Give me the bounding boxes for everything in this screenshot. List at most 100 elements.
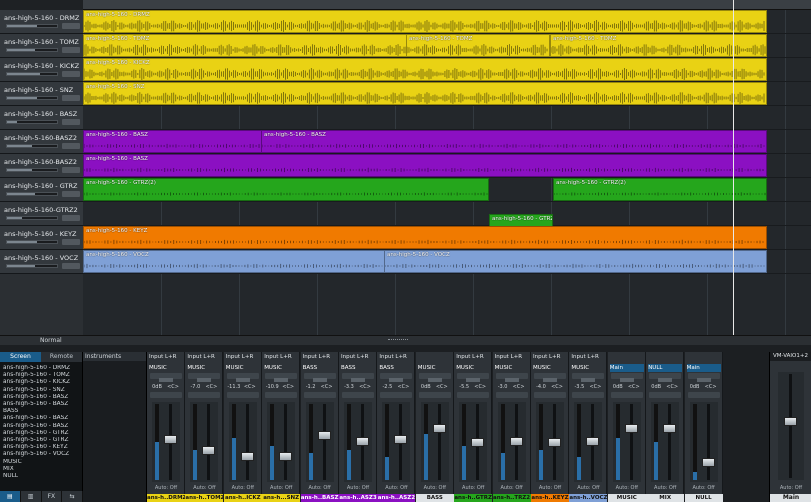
fader-handle[interactable] xyxy=(586,436,600,446)
channel-list-item[interactable]: ans-high-5-160 - TOMZ xyxy=(3,372,79,379)
pan-control[interactable] xyxy=(159,378,173,382)
pan-control[interactable] xyxy=(389,378,404,382)
output-selector[interactable]: BASS xyxy=(379,364,413,372)
pan-control[interactable] xyxy=(427,378,442,382)
channel-list-item[interactable]: ans-high-5-160 - BASZ xyxy=(3,394,79,401)
track-name[interactable]: ans-high-5-160 - KICKZ xyxy=(4,62,82,70)
channel-list-item[interactable]: NULL xyxy=(3,473,79,480)
master-automation[interactable]: Auto: Off xyxy=(772,485,810,491)
send-slot[interactable] xyxy=(649,392,682,398)
output-selector[interactable]: BASS xyxy=(303,364,337,372)
track-volume-meter[interactable] xyxy=(6,216,58,220)
track-name[interactable]: ans-high-5-160 - SNZ xyxy=(4,86,82,94)
pan-control[interactable] xyxy=(466,378,481,382)
output-selector[interactable]: MUSIC xyxy=(264,364,298,372)
channel-list-item[interactable]: ans-high-5-160 - GTRZ xyxy=(3,430,79,437)
automation-mode[interactable]: Auto: Off xyxy=(303,485,337,491)
send-slot[interactable] xyxy=(457,392,490,398)
automation-mode[interactable]: Auto: Off xyxy=(226,485,260,491)
send-slot[interactable] xyxy=(303,392,336,398)
automation-mode[interactable]: Auto: Off xyxy=(418,485,452,491)
audio-clip[interactable]: ans-high-5-160 - BASZ xyxy=(83,130,263,153)
output-selector[interactable]: MUSIC xyxy=(187,364,221,372)
fader-handle[interactable] xyxy=(471,438,485,447)
channel-name[interactable]: ans-h..ASZ3 xyxy=(339,494,377,502)
track-volume-handle[interactable] xyxy=(62,95,80,101)
panel-resize-grip[interactable] xyxy=(388,339,408,342)
fader-handle[interactable] xyxy=(432,424,446,434)
channel-list-item[interactable]: ans-high-5-160 - BASZ xyxy=(3,423,79,430)
automation-mode[interactable]: Auto: Off xyxy=(495,485,529,491)
channel-name[interactable]: NULL xyxy=(684,494,723,502)
track-volume-handle[interactable] xyxy=(62,71,80,77)
track-header[interactable]: ans-high-5-160-BASZ2 xyxy=(0,154,83,178)
track-header[interactable]: ans-high-5-160 - DRMZ xyxy=(0,10,83,34)
track-volume-meter[interactable] xyxy=(6,24,58,28)
channel-name[interactable]: ans-h..KEYZ xyxy=(531,494,569,502)
pan-control[interactable] xyxy=(197,378,212,382)
track-volume-meter[interactable] xyxy=(6,192,58,196)
send-slot[interactable] xyxy=(418,392,451,398)
input-selector[interactable]: Input L+R xyxy=(533,354,560,360)
channel-name[interactable]: ans-h..GTRZ xyxy=(454,494,493,502)
fader-handle[interactable] xyxy=(202,446,216,456)
view-mode-label[interactable]: Normal xyxy=(40,337,62,344)
track-volume-meter[interactable] xyxy=(6,48,58,52)
timeline-ruler[interactable] xyxy=(83,0,811,10)
send-slot[interactable] xyxy=(265,392,298,398)
track-header[interactable]: ans-high-5-160-GTRZ2 xyxy=(0,202,83,226)
output-selector[interactable]: MUSIC xyxy=(149,364,183,372)
audio-clip[interactable]: ans-high-5-160 - TOMZ xyxy=(83,34,408,57)
input-selector[interactable]: Input L+R xyxy=(149,354,176,360)
channel-name[interactable]: ans-h..TRZ2 xyxy=(492,494,531,502)
channel-name[interactable]: MUSIC xyxy=(607,494,646,502)
fader-handle[interactable] xyxy=(663,424,677,434)
channel-list-item[interactable]: ans-high-5-160 - KICKZ xyxy=(3,379,79,386)
channel-name[interactable]: ans-h..DRMZ xyxy=(147,494,185,502)
pan-control[interactable] xyxy=(312,378,327,382)
input-selector[interactable]: Input L+R xyxy=(571,354,598,360)
tab-screen[interactable]: Screen xyxy=(0,352,41,362)
input-selector[interactable]: Input L+R xyxy=(341,354,368,360)
audio-clip[interactable]: ans-high-5-160 - KICKZ xyxy=(83,58,767,81)
send-slot[interactable] xyxy=(687,392,720,398)
track-volume-handle[interactable] xyxy=(62,263,80,269)
track-volume-meter[interactable] xyxy=(6,96,58,100)
pan-control[interactable] xyxy=(619,378,634,382)
audio-clip[interactable]: ans-high-5-160 - VOCZ xyxy=(83,250,386,273)
audio-clip[interactable]: ans-high-5-160 - TOMZ xyxy=(550,34,767,57)
pan-control[interactable] xyxy=(581,378,596,382)
track-name[interactable]: ans-high-5-160-GTRZ2 xyxy=(4,206,82,214)
master-name[interactable]: Main xyxy=(770,494,811,502)
channel-name[interactable]: ans-h..BASZ xyxy=(300,494,339,502)
fader-handle[interactable] xyxy=(356,436,369,446)
track-header[interactable]: ans-high-5-160 - GTRZ xyxy=(0,178,83,202)
audio-clip[interactable]: ans-high-5-160 - VOCZ xyxy=(384,250,767,273)
pan-control[interactable] xyxy=(543,378,557,382)
automation-mode[interactable]: Auto: Off xyxy=(149,485,183,491)
track-header[interactable]: ans-high-5-160 - KEYZ xyxy=(0,226,83,250)
channel-list-item[interactable]: ans-high-5-160 - SNZ xyxy=(3,387,79,394)
track-volume-handle[interactable] xyxy=(62,23,80,29)
automation-mode[interactable]: Auto: Off xyxy=(187,485,221,491)
send-slot[interactable] xyxy=(495,392,528,398)
master-fader-handle[interactable] xyxy=(784,416,797,426)
grid-view-button[interactable]: ▥ xyxy=(21,491,42,502)
output-selector[interactable]: MUSIC xyxy=(456,364,490,372)
fx-button[interactable]: FX xyxy=(42,491,63,502)
automation-mode[interactable]: Auto: Off xyxy=(264,485,298,491)
audio-clip[interactable]: ans-high-5-160 - DRMZ xyxy=(83,10,767,33)
output-selector[interactable]: NULL xyxy=(648,364,683,372)
channel-name[interactable]: ans-h..VOCZ xyxy=(569,494,608,502)
audio-clip[interactable]: ans-high-5-160 - SNZ xyxy=(83,82,767,105)
send-slot[interactable] xyxy=(572,392,605,398)
send-slot[interactable] xyxy=(342,392,374,398)
fader-handle[interactable] xyxy=(394,434,408,444)
track-volume-meter[interactable] xyxy=(6,264,58,268)
output-selector[interactable]: MUSIC xyxy=(418,364,452,372)
input-selector[interactable]: Input L+R xyxy=(379,354,406,360)
output-selector[interactable]: BASS xyxy=(341,364,375,372)
track-name[interactable]: ans-high-5-160 - TOMZ xyxy=(4,38,82,46)
automation-mode[interactable]: Auto: Off xyxy=(571,485,605,491)
output-selector[interactable]: MUSIC xyxy=(533,364,567,372)
